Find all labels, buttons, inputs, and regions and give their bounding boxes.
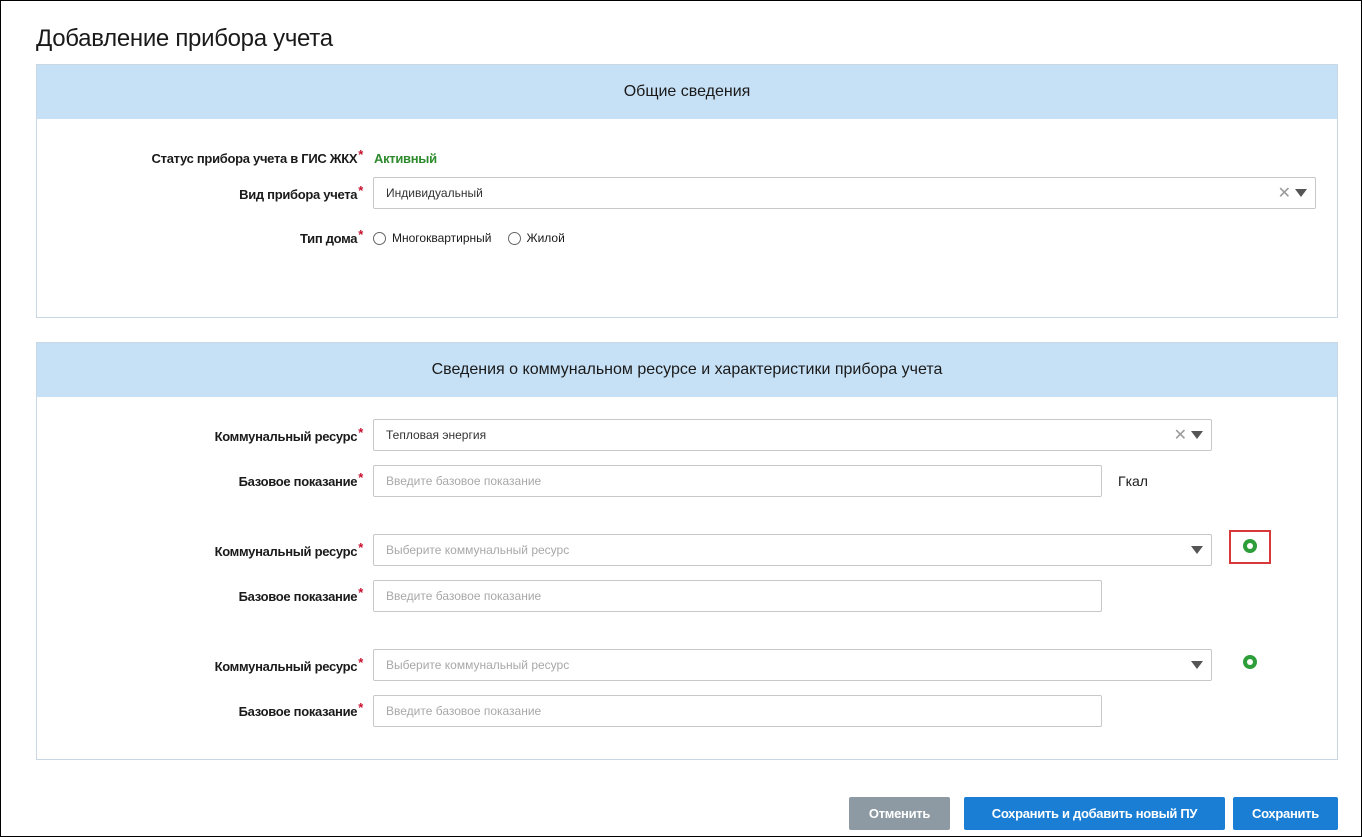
- resource-info-header: Сведения о коммунальном ресурсе и характ…: [37, 343, 1337, 397]
- resource-select-1[interactable]: Тепловая энергия ✕: [373, 419, 1212, 451]
- required-mark: *: [358, 227, 363, 242]
- reading-label: Базовое показание*: [238, 470, 364, 489]
- chevron-down-icon[interactable]: [1295, 189, 1307, 197]
- radio-residential-house[interactable]: Жилой: [507, 231, 565, 245]
- status-value: Активный: [374, 151, 437, 166]
- resource-select-2[interactable]: Выберите коммунальный ресурс: [373, 534, 1212, 566]
- cancel-button[interactable]: Отменить: [849, 797, 950, 830]
- device-type-label: Вид прибора учета*: [239, 183, 363, 202]
- unit-label: Гкал: [1118, 473, 1148, 489]
- chevron-down-icon[interactable]: [1191, 546, 1203, 554]
- save-and-add-button[interactable]: Сохранить и добавить новый ПУ: [964, 797, 1225, 830]
- resource-label: Коммунальный ресурс*: [214, 540, 364, 559]
- device-type-select[interactable]: Индивидуальный ✕: [373, 177, 1316, 209]
- required-mark: *: [358, 655, 363, 670]
- house-type-radio-group: Многоквартирный Жилой: [373, 231, 581, 245]
- required-mark: *: [358, 425, 363, 440]
- required-mark: *: [358, 470, 363, 485]
- required-mark: *: [358, 585, 363, 600]
- radio-apartment-building[interactable]: Многоквартирный: [373, 231, 492, 245]
- resource-select-3[interactable]: Выберите коммунальный ресурс: [373, 649, 1212, 681]
- required-mark: *: [358, 540, 363, 555]
- clear-icon[interactable]: ✕: [1278, 183, 1291, 203]
- radio-circle[interactable]: [507, 231, 521, 245]
- general-info-panel: Общие сведения Статус прибора учета в ГИ…: [36, 64, 1338, 318]
- save-button[interactable]: Сохранить: [1233, 797, 1338, 830]
- required-mark: *: [358, 147, 363, 162]
- resource-label: Коммунальный ресурс*: [214, 425, 364, 444]
- reading-label: Базовое показание*: [238, 700, 364, 719]
- general-info-header: Общие сведения: [37, 65, 1337, 119]
- reading-label: Базовое показание*: [238, 585, 364, 604]
- add-resource-icon[interactable]: [1243, 655, 1257, 669]
- status-label: Статус прибора учета в ГИС ЖКХ*: [151, 147, 364, 166]
- chevron-down-icon[interactable]: [1191, 661, 1203, 669]
- base-reading-input-3[interactable]: Введите базовое показание: [373, 695, 1102, 727]
- resource-label: Коммунальный ресурс*: [214, 655, 364, 674]
- required-mark: *: [358, 700, 363, 715]
- required-mark: *: [358, 183, 363, 198]
- base-reading-input-1[interactable]: Введите базовое показание: [373, 465, 1102, 497]
- clear-icon[interactable]: ✕: [1174, 425, 1187, 445]
- house-type-label: Тип дома*: [300, 227, 363, 246]
- base-reading-input-2[interactable]: Введите базовое показание: [373, 580, 1102, 612]
- chevron-down-icon[interactable]: [1191, 431, 1203, 439]
- resource-info-panel: Сведения о коммунальном ресурсе и характ…: [36, 342, 1338, 760]
- add-resource-icon[interactable]: [1243, 539, 1257, 553]
- page-title: Добавление прибора учета: [36, 25, 333, 52]
- radio-circle[interactable]: [373, 231, 386, 245]
